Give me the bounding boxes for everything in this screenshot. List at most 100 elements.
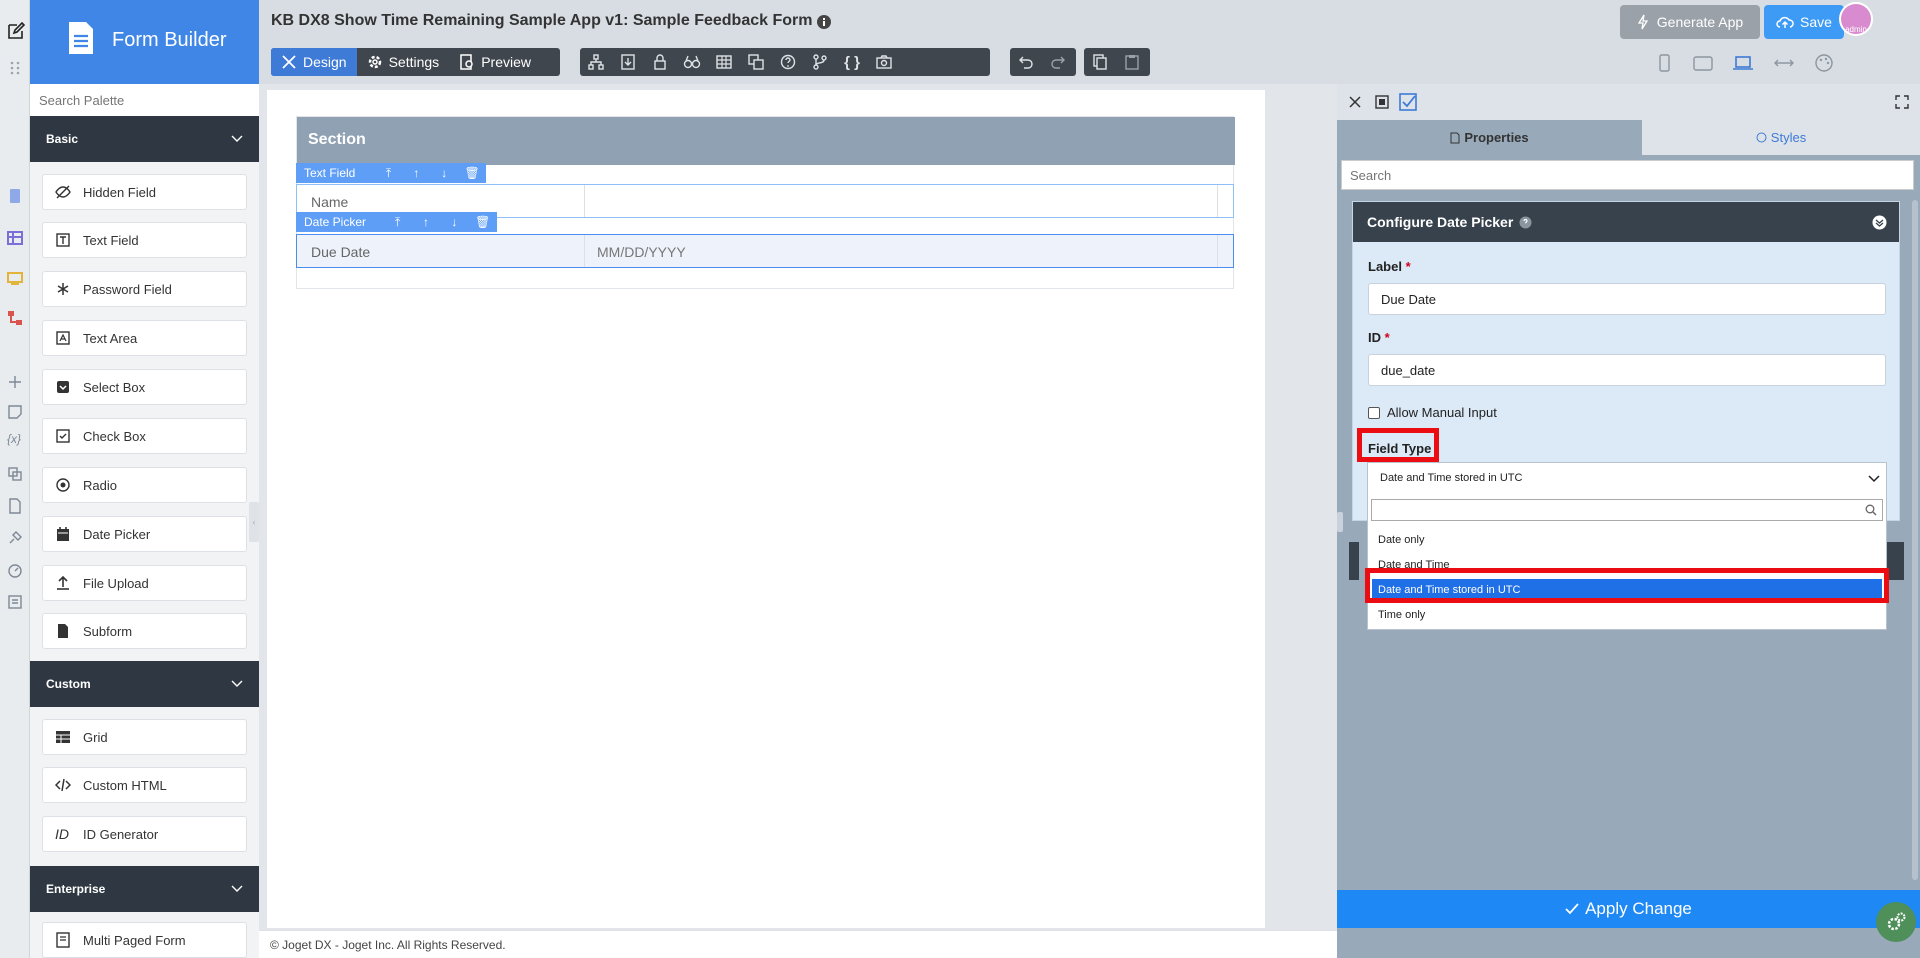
palette-item-hidden-field[interactable]: Hidden Field <box>42 174 247 210</box>
palette-item-label: Multi Paged Form <box>83 932 186 948</box>
help-icon[interactable] <box>772 48 804 76</box>
form-icon[interactable] <box>7 188 23 204</box>
move-down-icon[interactable]: ↓ <box>430 163 458 183</box>
calendar-icon <box>57 527 69 541</box>
palette-item-subform[interactable]: Subform <box>42 613 247 649</box>
camera-icon[interactable] <box>868 48 900 76</box>
allow-manual-input-row[interactable]: Allow Manual Input <box>1368 405 1497 420</box>
palette-item-id-generator[interactable]: ID ID Generator <box>42 816 247 852</box>
save-label: Save <box>1800 14 1832 30</box>
palette-search-input[interactable] <box>30 84 259 116</box>
plugin-icon[interactable] <box>7 530 23 546</box>
allow-manual-input-checkbox[interactable] <box>1368 406 1380 419</box>
palette-item-password-field[interactable]: Password Field <box>42 271 247 307</box>
palette-item-grid[interactable]: Grid <box>42 719 247 755</box>
preview-button[interactable]: Preview <box>449 48 541 76</box>
palette-item-check-box[interactable]: Check Box <box>42 418 247 454</box>
label-input[interactable]: Due Date <box>1368 283 1886 315</box>
datalist-icon[interactable] <box>7 230 23 246</box>
save-button[interactable]: Save <box>1764 5 1844 39</box>
info-icon[interactable] <box>816 14 832 30</box>
move-up-icon[interactable]: ↑ <box>402 163 430 183</box>
generate-app-button[interactable]: Generate App <box>1620 5 1760 39</box>
undo-icon[interactable] <box>1010 48 1042 76</box>
translate-icon[interactable] <box>740 48 772 76</box>
tab-properties[interactable]: Properties <box>1337 120 1642 155</box>
field-toolbar-text-field: Text Field ⤒ ↑ ↓ 🗑 <box>296 163 486 183</box>
support-button[interactable] <box>1876 902 1916 942</box>
dropdown-option[interactable]: Date only <box>1372 529 1882 551</box>
add-icon[interactable] <box>7 374 23 390</box>
panel-icon[interactable] <box>1375 95 1389 109</box>
import-icon[interactable] <box>612 48 644 76</box>
file-icon[interactable] <box>7 498 23 514</box>
category-custom[interactable]: Custom <box>30 661 259 707</box>
field-input[interactable] <box>584 185 1218 217</box>
radio-icon <box>56 478 70 492</box>
report-icon[interactable] <box>7 594 23 610</box>
userview-icon[interactable] <box>7 270 23 286</box>
configure-header[interactable]: Configure Date Picker <box>1353 202 1899 242</box>
settings-button[interactable]: Settings <box>357 48 450 76</box>
lock-icon[interactable] <box>644 48 676 76</box>
palette-item-text-area[interactable]: Text Area <box>42 320 247 356</box>
category-enterprise[interactable]: Enterprise <box>30 866 259 912</box>
field-row-due-date[interactable]: Due Date MM/DD/YYYY <box>296 234 1234 268</box>
note-icon[interactable] <box>7 404 23 420</box>
palette-item-label: Date Picker <box>83 526 151 542</box>
palette-item-select-box[interactable]: Select Box <box>42 369 247 405</box>
apply-change-button[interactable]: Apply Change <box>1337 890 1920 928</box>
panel-scrollbar[interactable] <box>1912 200 1918 880</box>
edit-icon[interactable] <box>7 22 25 39</box>
design-button[interactable]: Design <box>271 48 357 76</box>
collapse-palette-handle[interactable]: ‹ <box>249 502 259 542</box>
label-field-label: Label * <box>1368 259 1411 274</box>
move-down-icon[interactable]: ↓ <box>440 212 468 232</box>
fullscreen-icon[interactable] <box>1895 95 1909 109</box>
resize-handle[interactable] <box>1337 512 1343 532</box>
branch-icon[interactable] <box>804 48 836 76</box>
translate-icon[interactable] <box>7 466 23 482</box>
palette-item-file-upload[interactable]: File Upload <box>42 565 247 601</box>
category-basic[interactable]: Basic <box>30 116 259 162</box>
variable-icon[interactable]: {x} <box>7 432 23 448</box>
collapse-icon[interactable] <box>1872 215 1887 230</box>
tree-icon[interactable] <box>580 48 612 76</box>
avatar[interactable]: admin <box>1839 2 1873 36</box>
binoculars-icon[interactable] <box>676 48 708 76</box>
palette-item-custom-html[interactable]: Custom HTML <box>42 767 247 803</box>
table-icon[interactable] <box>708 48 740 76</box>
redo-icon[interactable] <box>1042 48 1074 76</box>
field-input[interactable]: MM/DD/YYYY <box>584 235 1218 267</box>
process-icon[interactable] <box>7 310 23 326</box>
highlight-field-type-label <box>1357 428 1439 462</box>
tablet-icon[interactable] <box>1692 52 1714 74</box>
drag-handle-icon[interactable] <box>7 60 23 76</box>
dropdown-search-input[interactable] <box>1371 499 1883 521</box>
tab-styles[interactable]: Styles <box>1642 120 1920 155</box>
dropdown-option[interactable]: Time only <box>1372 604 1882 626</box>
laptop-icon[interactable] <box>1732 52 1754 74</box>
paste-icon[interactable] <box>1116 48 1148 76</box>
close-icon[interactable] <box>1348 95 1362 109</box>
mobile-icon[interactable] <box>1653 52 1675 74</box>
arrows-icon[interactable] <box>1773 52 1795 74</box>
field-type-select[interactable]: Date and Time stored in UTC <box>1368 463 1886 495</box>
move-top-icon[interactable]: ⤒ <box>383 212 411 232</box>
palette-item-multi-paged-form[interactable]: Multi Paged Form <box>42 922 247 958</box>
palette-item-text-field[interactable]: Text Field <box>42 222 247 258</box>
code-icon[interactable]: { } <box>836 48 868 76</box>
properties-search-input[interactable] <box>1341 160 1914 190</box>
move-up-icon[interactable]: ↑ <box>412 212 440 232</box>
delete-icon[interactable]: 🗑 <box>458 163 486 183</box>
move-top-icon[interactable]: ⤒ <box>375 163 403 183</box>
gauge-icon[interactable] <box>7 562 23 578</box>
id-input[interactable]: due_date <box>1368 354 1886 386</box>
help-icon[interactable] <box>1519 216 1532 229</box>
delete-icon[interactable]: 🗑 <box>469 212 497 232</box>
checklist-icon[interactable] <box>1399 93 1417 111</box>
copy-icon[interactable] <box>1084 48 1116 76</box>
palette-icon[interactable] <box>1813 52 1835 74</box>
palette-item-date-picker[interactable]: Date Picker <box>42 516 247 552</box>
palette-item-radio[interactable]: Radio <box>42 467 247 503</box>
